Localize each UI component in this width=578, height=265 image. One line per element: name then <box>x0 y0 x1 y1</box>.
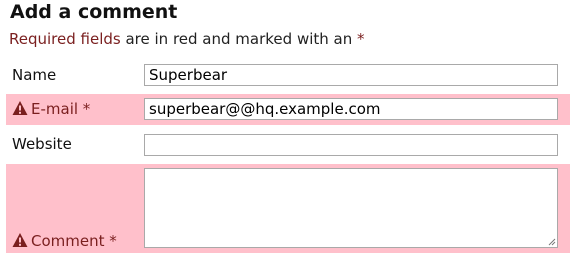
email-label-group: E-mail * <box>12 99 90 119</box>
warning-triangle-icon <box>12 233 28 247</box>
name-row: Name <box>6 61 570 89</box>
comment-textarea[interactable] <box>144 168 558 248</box>
website-input[interactable] <box>144 134 558 156</box>
required-fields-note: Required fields are in red and marked wi… <box>9 28 365 50</box>
email-input[interactable] <box>144 98 558 120</box>
email-row: E-mail * <box>6 94 570 125</box>
warning-triangle-icon <box>12 101 28 115</box>
website-label: Website <box>12 135 72 153</box>
resize-grip-icon[interactable] <box>547 237 556 246</box>
form-title: Add a comment <box>10 1 178 23</box>
required-fields-note-text: are in red and marked with an <box>120 30 357 48</box>
comment-row: Comment * <box>6 164 570 253</box>
comment-label-group: Comment * <box>12 231 117 251</box>
comment-label: Comment * <box>31 232 117 250</box>
website-row: Website <box>6 130 570 158</box>
required-marker: * <box>357 30 365 48</box>
name-label: Name <box>12 66 57 84</box>
required-fields-highlight: Required fields <box>9 30 121 48</box>
email-label: E-mail * <box>31 100 91 118</box>
name-input[interactable] <box>144 64 558 86</box>
